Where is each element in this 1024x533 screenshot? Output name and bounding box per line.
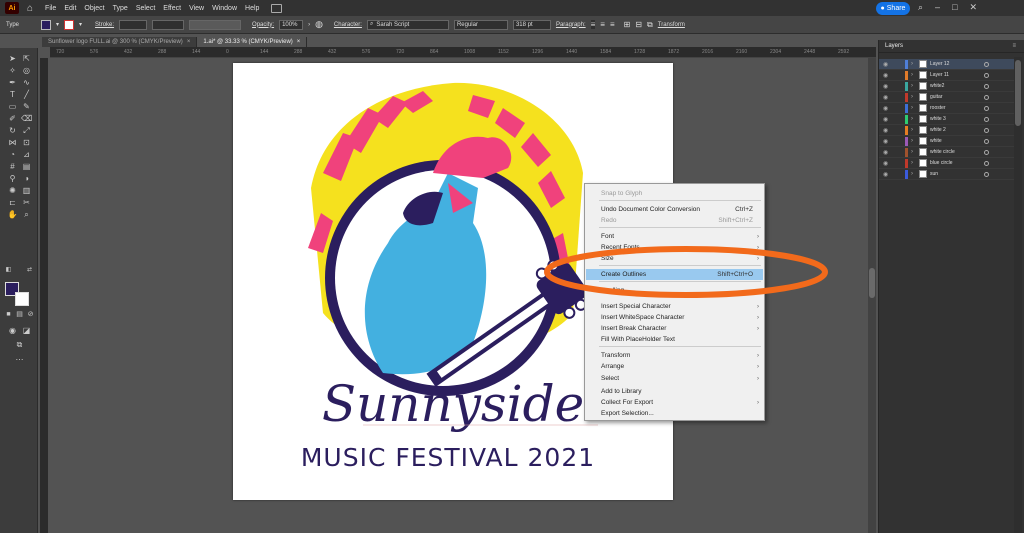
eye-icon[interactable]: ◉	[883, 160, 891, 167]
layer-row[interactable]: ◉ › sun	[879, 169, 1019, 180]
layer-name[interactable]: sun	[930, 171, 938, 177]
eye-icon[interactable]: ◉	[883, 72, 891, 79]
target-icon[interactable]	[984, 61, 989, 67]
eye-icon[interactable]: ◉	[883, 116, 891, 123]
layer-name[interactable]: blue circle	[930, 160, 953, 166]
layer-thumbnail	[919, 71, 927, 79]
layer-name[interactable]: Layer 12	[930, 61, 949, 67]
eye-icon[interactable]: ◉	[883, 94, 891, 101]
layer-row[interactable]: ◉ › white circle	[879, 147, 1019, 158]
layer-row[interactable]: ◉ › blue circle	[879, 158, 1019, 169]
target-icon[interactable]	[984, 171, 989, 177]
layer-row[interactable]: ◉ › Layer 11	[879, 70, 1019, 81]
layer-row[interactable]: ◉ › white 3	[879, 114, 1019, 125]
eye-icon[interactable]: ◉	[883, 149, 891, 156]
chevron-right-icon[interactable]: ›	[911, 61, 919, 67]
chevron-right-icon[interactable]: ›	[911, 127, 919, 133]
layer-thumbnail	[919, 126, 927, 134]
layer-thumbnail	[919, 60, 927, 68]
layer-thumbnail	[919, 115, 927, 123]
chevron-right-icon[interactable]: ›	[911, 105, 919, 111]
layer-thumbnail	[919, 93, 927, 101]
layer-color-bar	[905, 70, 908, 80]
layer-color-bar	[905, 59, 908, 69]
target-icon[interactable]	[984, 105, 989, 111]
layer-row[interactable]: ◉ › guitar	[879, 92, 1019, 103]
eye-icon[interactable]: ◉	[883, 83, 891, 90]
layer-color-bar	[905, 92, 908, 102]
target-icon[interactable]	[984, 72, 989, 78]
layers-scrollbar[interactable]	[1014, 57, 1022, 533]
chevron-right-icon[interactable]: ›	[911, 116, 919, 122]
layer-thumbnail	[919, 170, 927, 178]
layer-color-bar	[905, 158, 908, 168]
layer-row[interactable]: ◉ › white 2	[879, 125, 1019, 136]
chevron-right-icon[interactable]: ›	[911, 83, 919, 89]
target-icon[interactable]	[984, 94, 989, 100]
layer-color-bar	[905, 114, 908, 124]
layers-panel: Layers ≡ ◉ › Layer 12 ◉ › Layer 11 ◉ › white2 ◉ › g…	[878, 40, 1024, 533]
layer-name[interactable]: Layer 11	[930, 72, 949, 78]
layer-color-bar	[905, 125, 908, 135]
target-icon[interactable]	[984, 138, 989, 144]
panel-menu-icon[interactable]: ≡	[1012, 43, 1016, 49]
layer-name[interactable]: white2	[930, 83, 944, 89]
target-icon[interactable]	[984, 116, 989, 122]
layer-name[interactable]: white circle	[930, 149, 955, 155]
layer-row[interactable]: ◉ › white2	[879, 81, 1019, 92]
layer-name[interactable]: white 3	[930, 116, 946, 122]
target-icon[interactable]	[984, 83, 989, 89]
layer-color-bar	[905, 169, 908, 179]
layers-panel-title[interactable]: Layers	[885, 43, 903, 49]
eye-icon[interactable]: ◉	[883, 138, 891, 145]
layer-name[interactable]: white	[930, 138, 942, 144]
chevron-right-icon[interactable]: ›	[911, 94, 919, 100]
target-icon[interactable]	[984, 160, 989, 166]
layer-color-bar	[905, 103, 908, 113]
layer-row[interactable]: ◉ › rooster	[879, 103, 1019, 114]
canvas-scrollbar[interactable]	[868, 58, 876, 533]
layer-color-bar	[905, 147, 908, 157]
eye-icon[interactable]: ◉	[883, 127, 891, 134]
target-icon[interactable]	[984, 149, 989, 155]
layer-thumbnail	[919, 104, 927, 112]
chevron-right-icon[interactable]: ›	[911, 160, 919, 166]
target-icon[interactable]	[984, 127, 989, 133]
highlight-ellipse	[544, 246, 828, 298]
layer-thumbnail	[919, 159, 927, 167]
scrollbar-thumb[interactable]	[869, 268, 875, 298]
eye-icon[interactable]: ◉	[883, 171, 891, 178]
chevron-right-icon[interactable]: ›	[911, 138, 919, 144]
layer-name[interactable]: white 2	[930, 127, 946, 133]
layer-name[interactable]: rooster	[930, 105, 946, 111]
chevron-right-icon[interactable]: ›	[911, 149, 919, 155]
layer-thumbnail	[919, 148, 927, 156]
layer-color-bar	[905, 136, 908, 146]
chevron-right-icon[interactable]: ›	[911, 72, 919, 78]
eye-icon[interactable]: ◉	[883, 61, 891, 68]
scrollbar-thumb[interactable]	[1015, 60, 1021, 126]
chevron-right-icon[interactable]: ›	[911, 171, 919, 177]
eye-icon[interactable]: ◉	[883, 105, 891, 112]
layer-row[interactable]: ◉ › Layer 12	[879, 59, 1019, 70]
layer-name[interactable]: guitar	[930, 94, 943, 100]
layer-thumbnail	[919, 137, 927, 145]
layer-row[interactable]: ◉ › white	[879, 136, 1019, 147]
layer-thumbnail	[919, 82, 927, 90]
layer-color-bar	[905, 81, 908, 91]
